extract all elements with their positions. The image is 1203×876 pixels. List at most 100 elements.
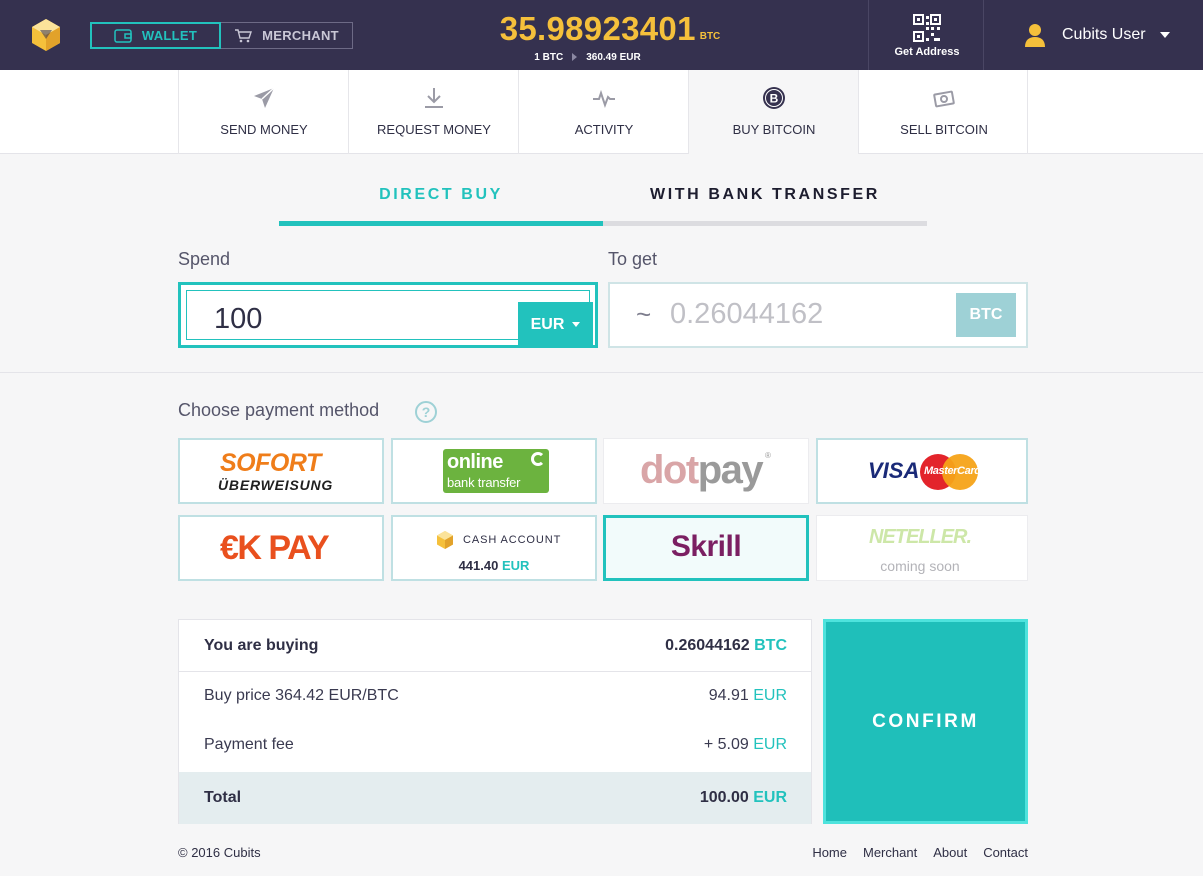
obt-bottom: bank transfer [447, 475, 521, 490]
mastercard-text: MasterCard [924, 465, 981, 477]
tab-buy-bitcoin[interactable]: B BUY BITCOIN [688, 70, 858, 154]
price-amount: 94.91 [708, 687, 749, 704]
chevron-down-icon [572, 322, 581, 327]
cash-currency: EUR [501, 558, 530, 573]
balance-unit: BTC [699, 31, 721, 42]
payment-skrill[interactable]: Skrill [603, 515, 809, 581]
cash-amount: 441.40 [458, 558, 499, 573]
tab-sell-bitcoin[interactable]: SELL BITCOIN [858, 70, 1028, 154]
dotpay-logo: dotpay [640, 448, 764, 493]
section-divider [0, 372, 1203, 373]
payment-neteller: NETELLER. coming soon [816, 515, 1028, 581]
sofort-logo: SOFORT [220, 449, 321, 477]
cash-account-balance: 441.40 EUR [393, 558, 595, 573]
mode-switch: WALLET MERCHANT [90, 22, 353, 49]
footer-link-home[interactable]: Home [812, 845, 847, 860]
coming-soon-label: coming soon [880, 558, 960, 574]
get-address-button[interactable]: Get Address [868, 0, 984, 70]
confirm-button[interactable]: CONFIRM [823, 619, 1028, 824]
buying-amount: 0.26044162 [665, 636, 750, 654]
spend-field: EUR [178, 282, 598, 348]
bitcoin-icon: B [763, 87, 785, 109]
cubits-logo-icon [437, 531, 453, 549]
merchant-mode-label: MERCHANT [262, 28, 339, 43]
to-get-amount: 0.26044162 [670, 298, 824, 330]
dotpay-dot: dot [640, 448, 699, 492]
fee-amount: + 5.09 [703, 736, 749, 753]
help-icon[interactable]: ? [415, 401, 437, 423]
tab-send-money[interactable]: SEND MONEY [178, 70, 348, 154]
payment-method-title: Choose payment method [178, 400, 380, 420]
footer-links: Home Merchant About Contact [812, 845, 1028, 860]
summary-buying-row: You are buying 0.26044162 BTC [179, 620, 811, 672]
spend-field-inner: EUR [186, 290, 593, 347]
tab-bank-transfer[interactable]: WITH BANK TRANSFER [603, 186, 927, 226]
tab-label: REQUEST MONEY [377, 122, 491, 137]
payment-sofort[interactable]: SOFORT ÜBERWEISUNG [178, 438, 384, 504]
user-name: Cubits User [1062, 26, 1146, 43]
total-amount: 100.00 [699, 789, 749, 806]
merchant-mode-button[interactable]: MERCHANT [221, 22, 353, 49]
payment-dotpay[interactable]: dotpay ® [603, 438, 809, 504]
tab-label: SELL BITCOIN [900, 122, 988, 137]
summary-total-row: Total 100.00 EUR [179, 772, 811, 824]
spend-amount-input[interactable] [214, 303, 494, 336]
btc-currency-tag: BTC [956, 293, 1016, 337]
footer-link-about[interactable]: About [933, 845, 967, 860]
fee-label: Payment fee [204, 736, 294, 753]
spend-label: Spend [178, 249, 231, 269]
qr-code-icon [913, 14, 941, 42]
currency-select[interactable]: EUR [518, 302, 593, 347]
cash-account-title: CASH ACCOUNT [463, 534, 562, 546]
cubits-logo-icon[interactable] [28, 17, 64, 53]
footer-link-merchant[interactable]: Merchant [863, 845, 917, 860]
payment-visa-mastercard[interactable]: VISA MasterCard [816, 438, 1028, 504]
visa-logo: VISA [868, 458, 920, 483]
tab-request-money[interactable]: REQUEST MONEY [348, 70, 518, 154]
rate-from: 1 BTC [534, 52, 564, 63]
wallet-mode-button[interactable]: WALLET [90, 22, 221, 49]
total-value: 100.00 EUR [700, 789, 787, 807]
chevron-down-icon [1159, 32, 1170, 38]
footer-link-contact[interactable]: Contact [983, 845, 1028, 860]
user-menu[interactable]: Cubits User [1024, 22, 1170, 48]
fee-value: + 5.09 EUR [704, 736, 787, 758]
price-value: 94.91 EUR [709, 687, 787, 709]
approx-sign: ~ [636, 299, 652, 329]
obt-top: online [447, 451, 503, 473]
pulse-icon [593, 89, 615, 108]
footer-copyright: © 2016 Cubits [178, 845, 261, 860]
to-get-label: To get [608, 249, 658, 269]
tab-label: SEND MONEY [220, 122, 308, 137]
skrill-logo: Skrill [670, 530, 742, 563]
total-label: Total [204, 789, 242, 806]
fee-currency: EUR [753, 736, 787, 753]
payment-cash-account[interactable]: CASH ACCOUNT 441.40 EUR [391, 515, 597, 581]
price-currency: EUR [753, 687, 787, 704]
total-currency: EUR [753, 789, 787, 806]
tab-direct-buy[interactable]: DIRECT BUY [279, 186, 603, 226]
wallet-icon [114, 28, 132, 43]
okpay-logo: €K PAY [220, 529, 330, 567]
buying-currency: BTC [754, 636, 787, 654]
order-summary: You are buying 0.26044162 BTC Buy price … [178, 619, 812, 824]
get-address-label: Get Address [894, 46, 960, 58]
sofort-sub: ÜBERWEISUNG [218, 477, 334, 493]
exchange-rate: 1 BTC 360.49 EUR [460, 52, 715, 63]
buying-label: You are buying [204, 636, 319, 654]
payment-okpay[interactable]: €K PAY [178, 515, 384, 581]
neteller-logo: NETELLER. [868, 526, 972, 548]
paper-plane-icon [254, 87, 275, 108]
to-get-field: ~ 0.26044162 BTC [608, 282, 1028, 348]
top-bar: WALLET MERCHANT 35.98923401 BTC 1 BTC 360.… [0, 0, 1203, 70]
price-label: Buy price 364.42 EUR/BTC [204, 687, 399, 704]
cash-icon [933, 90, 955, 108]
online-bank-transfer-logo: online bank transfer [443, 449, 549, 493]
mastercard-logo: MasterCard [920, 454, 981, 490]
balance-display: 35.98923401 BTC 1 BTC 360.49 EUR [460, 10, 760, 63]
rate-arrow-icon [572, 53, 578, 61]
cart-icon [235, 28, 253, 42]
summary-price-row: Buy price 364.42 EUR/BTC 94.91 EUR [179, 687, 811, 709]
tab-activity[interactable]: ACTIVITY [518, 70, 688, 154]
payment-online-bank-transfer[interactable]: online bank transfer [391, 438, 597, 504]
